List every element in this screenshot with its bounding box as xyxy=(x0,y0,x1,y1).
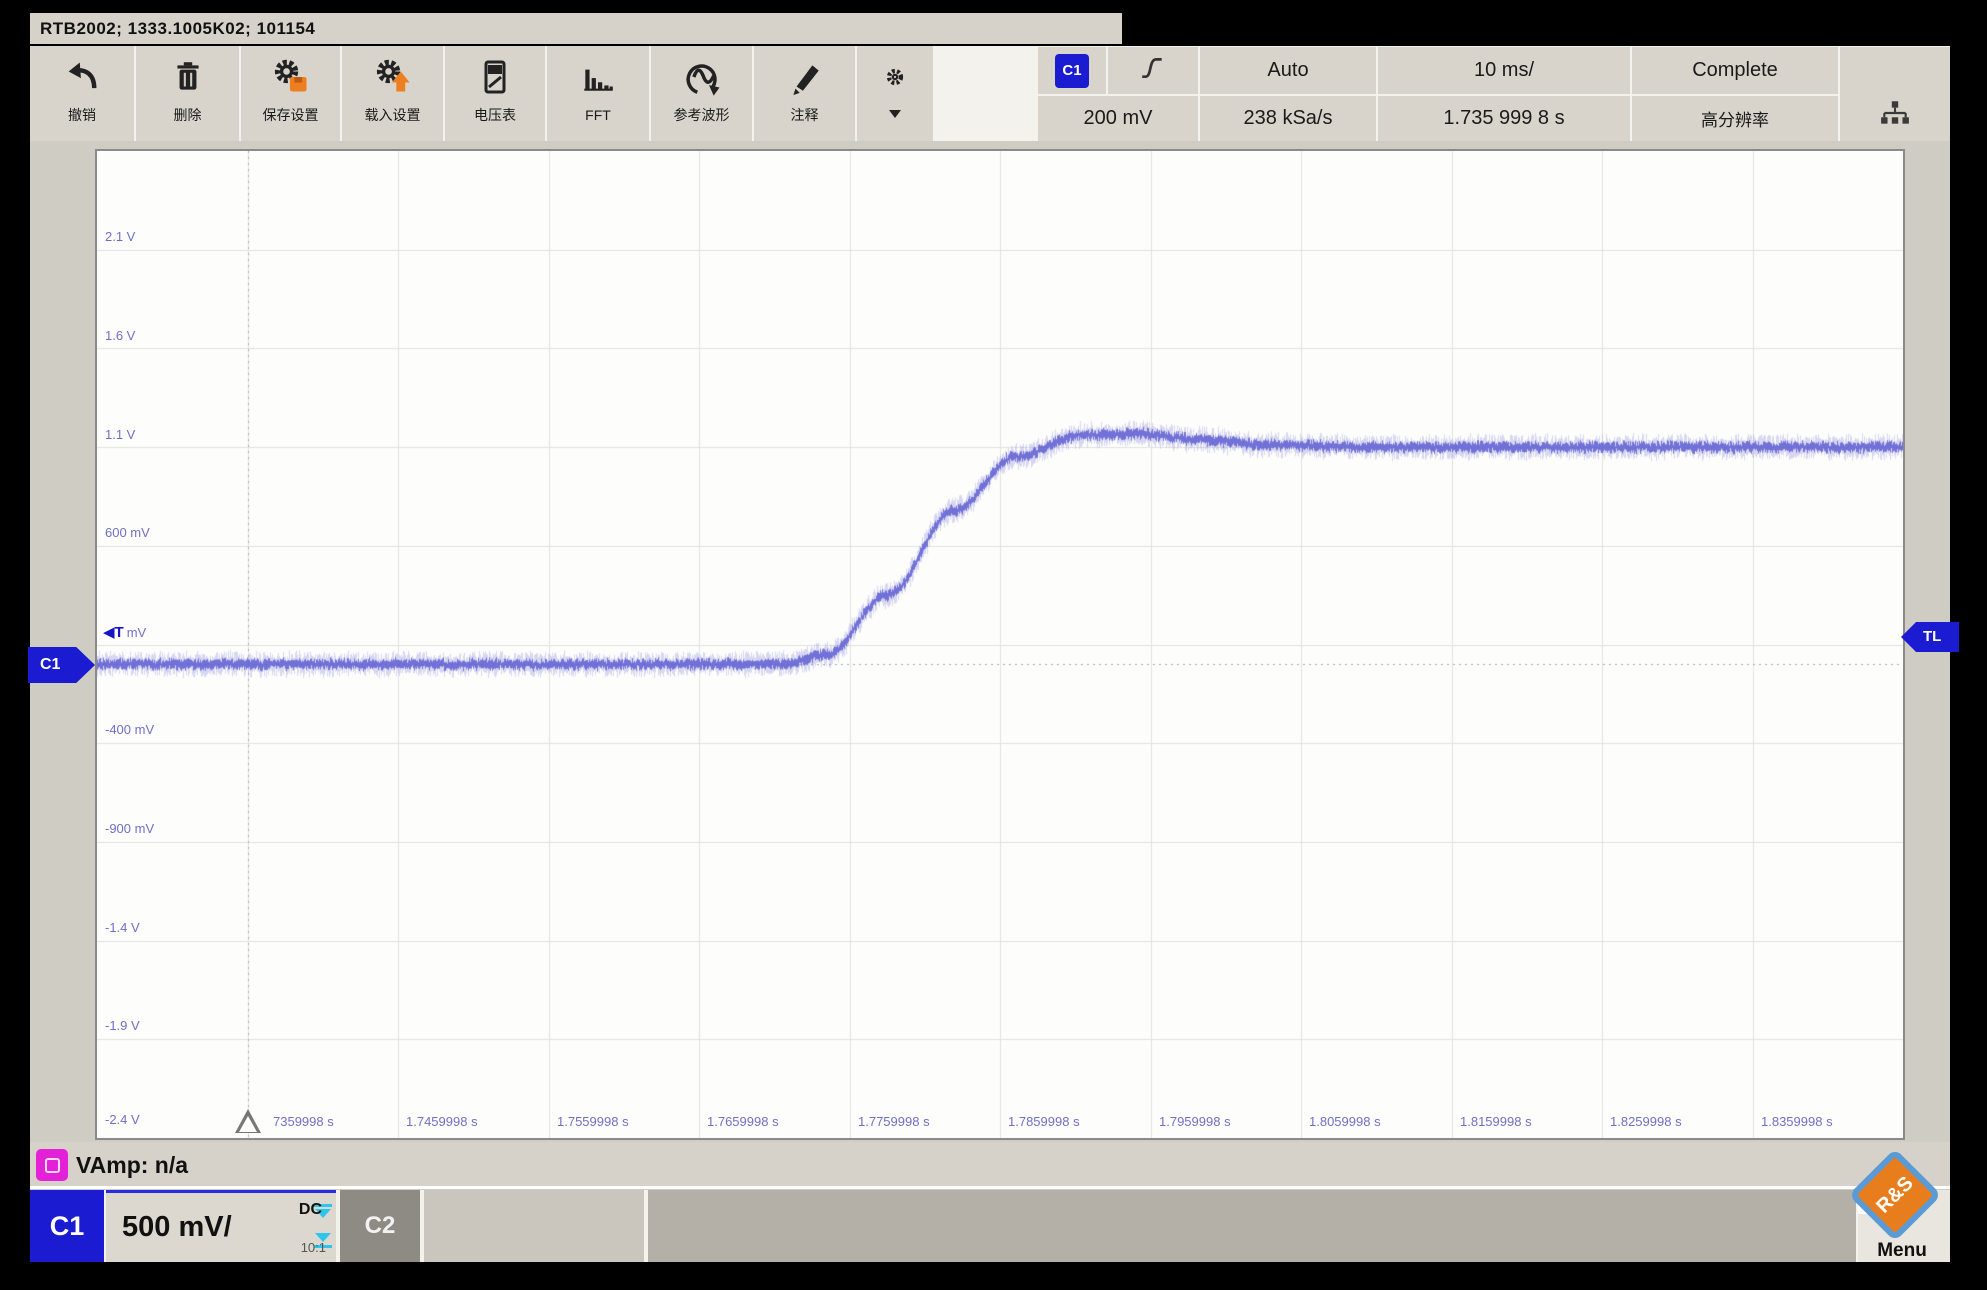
more-options-button[interactable] xyxy=(857,46,933,141)
measurement-strip: VAmp: n/a xyxy=(30,1142,1950,1188)
fft-label: FFT xyxy=(585,108,611,122)
y-axis-label: -900 mV xyxy=(105,821,154,836)
delete-button[interactable]: 删除 xyxy=(136,46,239,141)
acquisition-mode-value: 高分辨率 xyxy=(1701,106,1769,131)
channel2-button[interactable]: C2 xyxy=(340,1190,420,1262)
undo-button[interactable]: 撤销 xyxy=(30,46,134,141)
horizontal-position-value: 1.735 999 8 s xyxy=(1443,107,1564,130)
timebase-value: 10 ms/ xyxy=(1474,59,1534,82)
y-axis-label: 600 mV xyxy=(105,525,150,540)
annotate-button[interactable]: 注释 xyxy=(754,46,855,141)
voltmeter-icon xyxy=(477,46,513,108)
x-axis-label: 1.7459998 s xyxy=(406,1114,478,1129)
channel1-button[interactable]: C1 xyxy=(30,1190,104,1262)
reference-waveform-button[interactable]: 参考波形 xyxy=(651,46,752,141)
y-axis-label: -400 mV xyxy=(105,722,154,737)
channel1-scale: 500 mV/ xyxy=(122,1193,232,1262)
waveform-canvas[interactable] xyxy=(97,151,1903,1138)
network-status-cell[interactable] xyxy=(1840,47,1950,141)
x-axis-label: 7359998 s xyxy=(273,1114,334,1129)
trigger-time-marker[interactable]: ◀TmV xyxy=(103,623,146,641)
trigger-mode-value: Auto xyxy=(1267,59,1308,82)
undo-icon xyxy=(62,46,102,108)
annotate-label: 注释 xyxy=(791,108,819,122)
trigger-mode-cell[interactable]: Auto xyxy=(1200,47,1376,94)
y-axis-label: 1.1 V xyxy=(105,427,135,442)
x-axis-label: 1.7759998 s xyxy=(858,1114,930,1129)
fft-button[interactable]: FFT xyxy=(547,46,649,141)
y-axis-label: 2.1 V xyxy=(105,229,135,244)
load-settings-icon xyxy=(373,46,413,108)
fft-icon xyxy=(578,46,618,108)
y-axis-label: -2.4 V xyxy=(105,1112,140,1127)
trigger-level-value: 200 mV xyxy=(1084,107,1153,130)
graticule: 2.1 V 1.6 V 1.1 V 600 mV ◀TmV -400 mV -9… xyxy=(95,149,1905,1140)
load-settings-button[interactable]: 载入设置 xyxy=(342,46,443,141)
trigger-level-cell[interactable]: 200 mV xyxy=(1038,96,1198,141)
channel1-probe-ratio: 10:1 xyxy=(301,1240,326,1255)
x-axis-label: 1.7959998 s xyxy=(1159,1114,1231,1129)
y-axis-label: 1.6 V xyxy=(105,328,135,343)
x-axis-label: 1.7859998 s xyxy=(1008,1114,1080,1129)
divider xyxy=(30,1186,1950,1189)
chevron-down-icon xyxy=(889,110,901,118)
timebase-cell[interactable]: 10 ms/ xyxy=(1378,47,1630,94)
reference-waveform-label: 参考波形 xyxy=(674,108,730,122)
channel1-settings-panel[interactable]: 500 mV/ DC 10:1 xyxy=(106,1190,336,1262)
reference-waveform-icon xyxy=(681,46,723,108)
load-settings-label: 载入设置 xyxy=(365,108,421,122)
trash-icon xyxy=(169,46,207,108)
horizontal-position-cell[interactable]: 1.735 999 8 s xyxy=(1378,96,1630,141)
trigger-slope-cell[interactable] xyxy=(1108,47,1198,94)
y-axis-label: -1.9 V xyxy=(105,1018,140,1033)
measurement-result: VAmp: n/a xyxy=(76,1142,188,1188)
save-settings-icon xyxy=(271,46,311,108)
y-axis-label: mV xyxy=(127,625,147,640)
rohde-schwarz-logo-icon[interactable]: R&S xyxy=(1847,1147,1943,1248)
x-axis-label: 1.7559998 s xyxy=(557,1114,629,1129)
x-axis-label: 1.8259998 s xyxy=(1610,1114,1682,1129)
sample-rate-value: 238 kSa/s xyxy=(1244,107,1333,130)
annotate-icon xyxy=(786,46,824,108)
x-axis-label: 1.8159998 s xyxy=(1460,1114,1532,1129)
measurement-source-icon xyxy=(45,1158,60,1173)
save-settings-label: 保存设置 xyxy=(263,108,319,122)
trigger-source-cell[interactable]: C1 xyxy=(1038,47,1106,94)
undo-label: 撤销 xyxy=(68,108,96,122)
voltmeter-button[interactable]: 电压表 xyxy=(445,46,545,141)
y-axis-label: -1.4 V xyxy=(105,920,140,935)
network-tree-icon xyxy=(1879,99,1911,133)
x-axis-label: 1.7659998 s xyxy=(707,1114,779,1129)
channel-bar-panel xyxy=(648,1190,1856,1262)
window-title-bar: RTB2002; 1333.1005K02; 101154 xyxy=(30,13,1122,44)
menu-label: Menu xyxy=(1852,1240,1952,1262)
trigger-position-marker[interactable] xyxy=(235,1109,261,1133)
more-options-icon xyxy=(882,46,908,108)
acquisition-state-cell[interactable]: Complete xyxy=(1632,47,1838,94)
trigger-source-chip: C1 xyxy=(1055,54,1089,88)
x-axis-label: 1.8359998 s xyxy=(1761,1114,1833,1129)
sample-rate-cell[interactable]: 238 kSa/s xyxy=(1200,96,1376,141)
save-settings-button[interactable]: 保存设置 xyxy=(241,46,340,141)
measurement-source-chip[interactable] xyxy=(36,1149,68,1181)
voltmeter-label: 电压表 xyxy=(474,108,516,122)
channel-bar-panel xyxy=(424,1190,644,1262)
x-axis-label: 1.8059998 s xyxy=(1309,1114,1381,1129)
acquisition-state-value: Complete xyxy=(1692,59,1778,82)
rising-edge-icon xyxy=(1140,55,1166,87)
delete-label: 删除 xyxy=(174,108,202,122)
oscilloscope-screen: RTB2002; 1333.1005K02; 101154 撤销 删除 保存设置… xyxy=(0,0,1987,1290)
channel1-coupling: DC xyxy=(299,1201,322,1219)
acquisition-mode-cell[interactable]: 高分辨率 xyxy=(1632,96,1838,141)
